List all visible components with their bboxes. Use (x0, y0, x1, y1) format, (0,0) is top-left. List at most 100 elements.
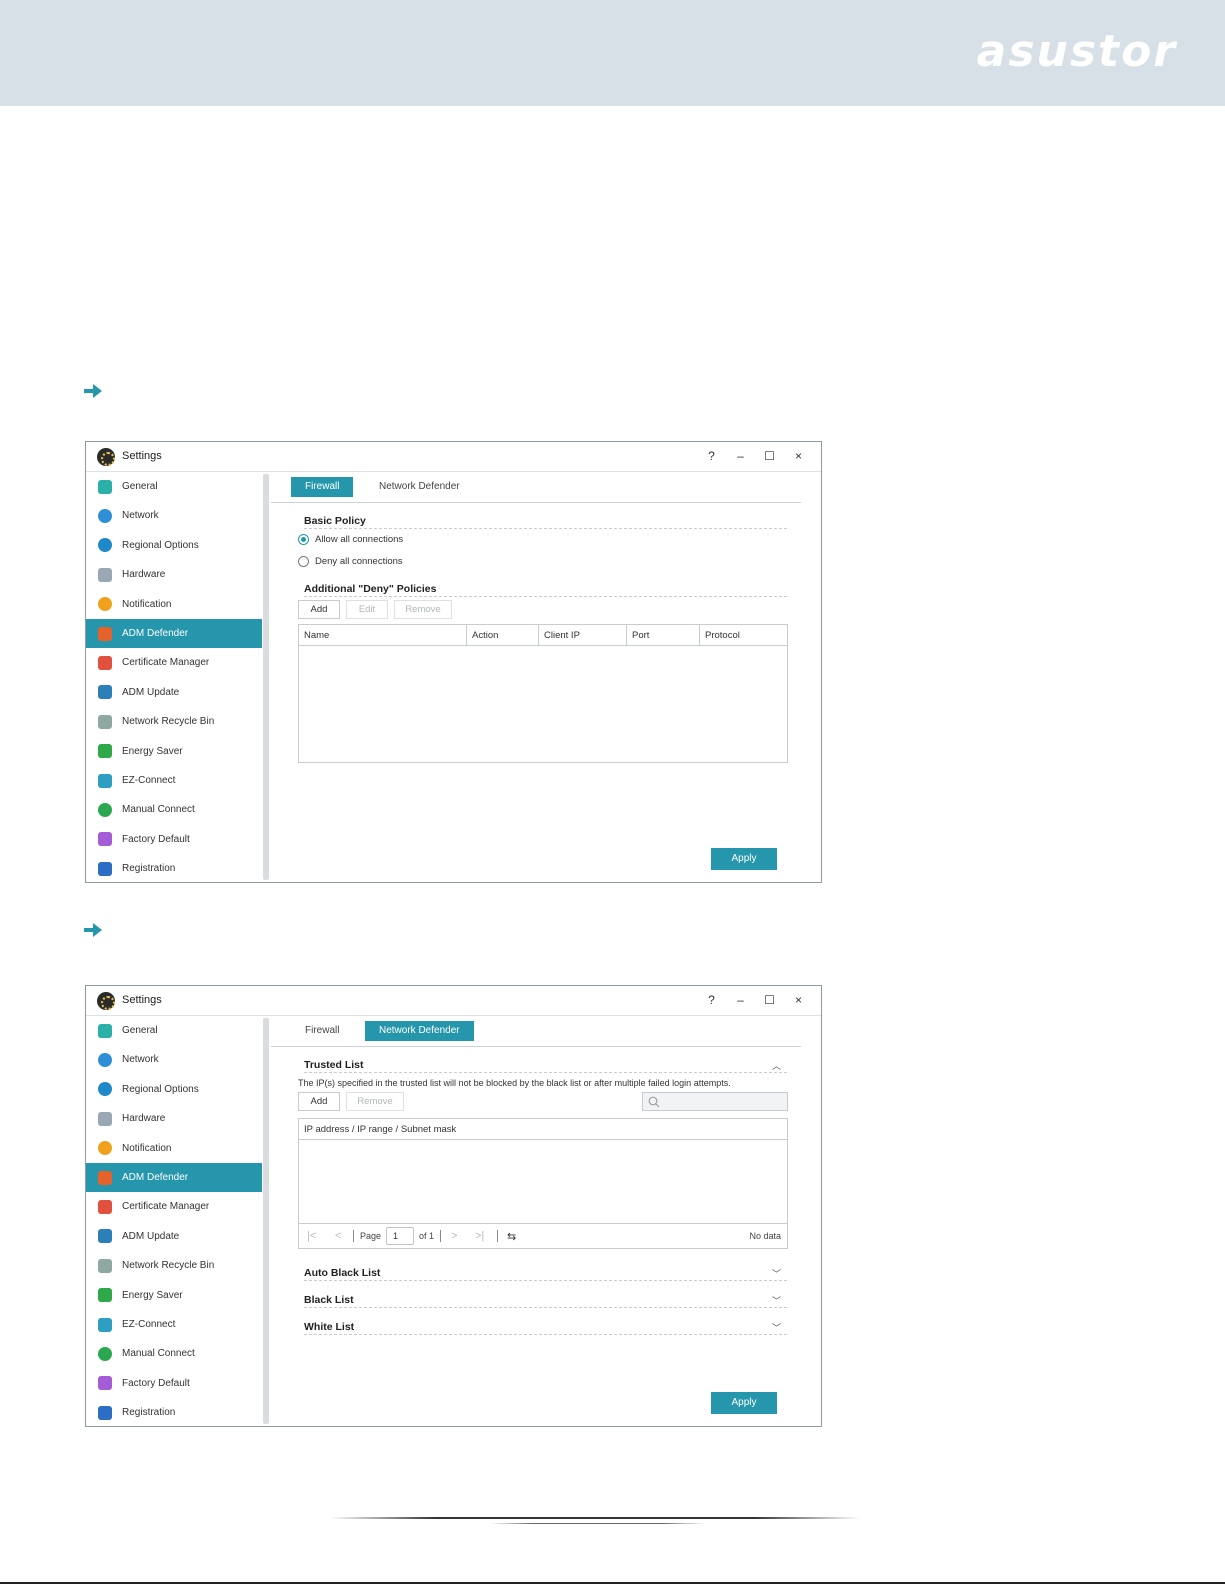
chevron-down-icon[interactable]: ﹀ (772, 1321, 781, 1334)
tab-firewall[interactable]: Firewall (291, 477, 354, 497)
allow-all-label: Allow all connections (315, 534, 404, 545)
minimize-button[interactable]: – (726, 991, 755, 1011)
tab-network-defender[interactable]: Network Defender (365, 1021, 474, 1041)
chevron-down-icon[interactable]: ﹀ (772, 1294, 781, 1307)
chevron-up-icon[interactable]: ︿ (772, 1059, 781, 1072)
add-button[interactable]: Add (298, 600, 340, 619)
tab-network-defender[interactable]: Network Defender (365, 477, 474, 497)
sidebar-item-label: ADM Update (122, 686, 180, 698)
sidebar-item-label: General (122, 481, 158, 492)
sidebar-item-factory-default[interactable]: Factory Default (86, 825, 262, 854)
column-client-ip[interactable]: Client IP (539, 625, 627, 646)
column-action[interactable]: Action (467, 625, 539, 646)
sidebar-item-label: ADM Defender (122, 1172, 189, 1183)
remove-button[interactable]: Remove (346, 1092, 404, 1111)
previous-page-icon[interactable]: < (335, 1230, 341, 1242)
sidebar-item-manual-connect[interactable]: Manual Connect (86, 795, 262, 824)
sidebar-item-network[interactable]: Network (86, 1045, 262, 1074)
separator (440, 1230, 441, 1242)
column-port[interactable]: Port (627, 625, 700, 646)
sidebar-item-label: Factory Default (122, 833, 190, 845)
white-list-header[interactable]: White List ﹀ (304, 1321, 787, 1335)
sidebar-item-adm-update[interactable]: ADM Update (86, 678, 262, 707)
general-icon (98, 479, 112, 494)
adm-defender-icon (98, 1170, 112, 1185)
maximize-button[interactable]: ☐ (755, 991, 784, 1011)
sidebar-item-label: Manual Connect (122, 1348, 195, 1360)
sidebar-item-label: Registration (122, 1407, 176, 1419)
sidebar-item-notification[interactable]: Notification (86, 590, 262, 619)
sidebar-item-hardware[interactable]: Hardware (86, 1104, 262, 1133)
search-icon (648, 1096, 660, 1108)
sidebar-item-ez-connect[interactable]: EZ-Connect (86, 1310, 262, 1339)
sidebar-item-energy-saver[interactable]: Energy Saver (86, 737, 262, 766)
registration-icon (98, 861, 112, 876)
deny-policies-table: Name Action Client IP Port Protocol (298, 624, 788, 763)
allow-all-option[interactable]: Allow all connections (298, 534, 403, 545)
sidebar-item-energy-saver[interactable]: Energy Saver (86, 1281, 262, 1310)
hardware-icon (98, 567, 112, 582)
sidebar-item-adm-update[interactable]: ADM Update (86, 1222, 262, 1251)
certificate-icon (98, 655, 112, 670)
next-page-icon[interactable]: > (451, 1230, 457, 1242)
sidebar-item-label: General (122, 1025, 158, 1036)
search-input[interactable] (642, 1092, 788, 1111)
last-page-icon[interactable]: >| (475, 1230, 484, 1242)
add-button[interactable]: Add (298, 1092, 340, 1111)
maximize-button[interactable]: ☐ (755, 447, 784, 467)
sidebar-item-adm-defender[interactable]: ADM Defender (86, 1163, 262, 1192)
sidebar-item-regional-options[interactable]: Regional Options (86, 1075, 262, 1104)
sidebar-item-adm-defender[interactable]: ADM Defender (86, 619, 262, 648)
deny-all-radio[interactable] (298, 556, 309, 567)
sidebar-item-certificate-manager[interactable]: Certificate Manager (86, 648, 262, 677)
column-name[interactable]: Name (299, 625, 467, 646)
adm-defender-icon (98, 626, 112, 641)
deny-all-option[interactable]: Deny all connections (298, 556, 403, 567)
sidebar-item-certificate-manager[interactable]: Certificate Manager (86, 1192, 262, 1221)
sidebar-item-hardware[interactable]: Hardware (86, 560, 262, 589)
chevron-down-icon[interactable]: ﹀ (772, 1267, 781, 1280)
help-button[interactable]: ? (697, 447, 726, 467)
sidebar-item-network-recycle-bin[interactable]: Network Recycle Bin (86, 707, 262, 736)
tab-firewall[interactable]: Firewall (291, 1021, 353, 1041)
sidebar-scrollbar[interactable] (263, 474, 269, 880)
sidebar-item-ez-connect[interactable]: EZ-Connect (86, 766, 262, 795)
column-protocol[interactable]: Protocol (700, 625, 787, 646)
sidebar-item-factory-default[interactable]: Factory Default (86, 1369, 262, 1398)
sidebar-item-notification[interactable]: Notification (86, 1134, 262, 1163)
registration-icon (98, 1405, 112, 1420)
sidebar-item-regional-options[interactable]: Regional Options (86, 531, 262, 560)
apply-button[interactable]: Apply (711, 1392, 777, 1414)
trusted-list-header[interactable]: Trusted List ︿ (304, 1059, 787, 1073)
auto-black-list-header[interactable]: Auto Black List ﹀ (304, 1267, 787, 1281)
certificate-icon (98, 1199, 112, 1214)
sidebar-item-general[interactable]: General (86, 472, 262, 501)
manual-connect-icon (98, 802, 112, 817)
help-button[interactable]: ? (697, 991, 726, 1011)
sidebar-item-general[interactable]: General (86, 1016, 262, 1045)
sidebar-item-network[interactable]: Network (86, 501, 262, 530)
adm-update-icon (98, 1229, 112, 1244)
tab-bar: Firewall Network Defender (271, 1021, 801, 1047)
column-ip-address[interactable]: IP address / IP range / Subnet mask (299, 1119, 787, 1140)
close-button[interactable]: × (784, 447, 813, 467)
sidebar-item-registration[interactable]: Registration (86, 854, 262, 883)
sidebar-scrollbar[interactable] (263, 1018, 269, 1424)
sidebar-item-manual-connect[interactable]: Manual Connect (86, 1339, 262, 1368)
black-list-header[interactable]: Black List ﹀ (304, 1294, 787, 1308)
page-number-input[interactable]: 1 (386, 1227, 414, 1245)
page-label: Page (360, 1231, 382, 1241)
edit-button[interactable]: Edit (346, 600, 388, 619)
close-button[interactable]: × (784, 991, 813, 1011)
refresh-icon[interactable]: ⇆ (507, 1230, 516, 1243)
table-header: Name Action Client IP Port Protocol (299, 625, 787, 646)
allow-all-radio[interactable] (298, 534, 309, 545)
minimize-button[interactable]: – (726, 447, 755, 467)
hardware-icon (98, 1111, 112, 1126)
first-page-icon[interactable]: |< (307, 1230, 316, 1242)
remove-button[interactable]: Remove (394, 600, 452, 619)
sidebar-item-registration[interactable]: Registration (86, 1398, 262, 1427)
sidebar-item-network-recycle-bin[interactable]: Network Recycle Bin (86, 1251, 262, 1280)
apply-button[interactable]: Apply (711, 848, 777, 870)
deny-all-label: Deny all connections (315, 556, 403, 567)
